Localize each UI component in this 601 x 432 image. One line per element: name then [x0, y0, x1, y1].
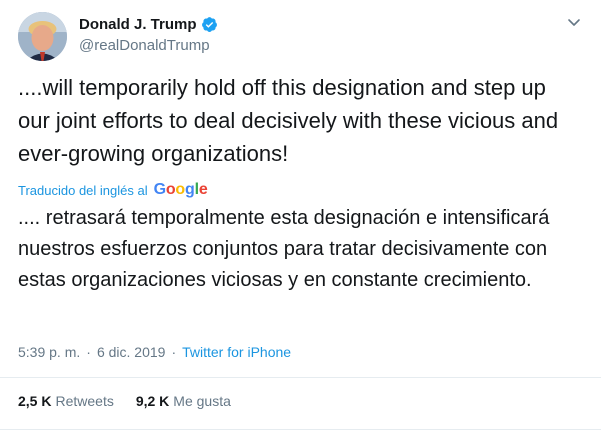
tweet-stats: 2,5 K Retweets 9,2 K Me gusta [18, 393, 231, 409]
chevron-down-icon[interactable] [566, 14, 582, 30]
tweet-time[interactable]: 5:39 p. m. [18, 344, 80, 360]
author-name[interactable]: Donald J. Trump [79, 16, 197, 33]
profile-photo-icon [18, 12, 67, 61]
translation-attribution[interactable]: Traducido del inglés al Google [18, 181, 208, 199]
tweet-date[interactable]: 6 dic. 2019 [97, 344, 166, 360]
tweet-meta: 5:39 p. m. · 6 dic. 2019 · Twitter for i… [18, 344, 291, 360]
divider [0, 377, 601, 378]
likes-label: Me gusta [173, 393, 231, 409]
translated-label: Traducido del inglés al [18, 182, 148, 198]
tweet-translation: .... retrasará temporalmente esta design… [18, 207, 550, 291]
retweets-stat[interactable]: 2,5 K Retweets [18, 393, 114, 409]
google-logo: Google [153, 181, 208, 198]
tweet-card: Donald J. Trump @realDonaldTrump ....wil… [0, 0, 601, 432]
meta-separator: · [171, 344, 177, 360]
divider [0, 429, 601, 430]
retweets-label: Retweets [55, 393, 114, 409]
retweets-count: 2,5 K [18, 393, 52, 409]
verified-badge-icon [201, 17, 217, 32]
meta-separator: · [86, 344, 91, 360]
author-name-row[interactable]: Donald J. Trump [79, 16, 218, 33]
tweet-source-link[interactable]: Twitter for iPhone [182, 344, 291, 360]
likes-count: 9,2 K [135, 393, 170, 409]
author-handle[interactable]: @realDonaldTrump [79, 37, 210, 54]
tweet-text: ....will temporarily hold off this desig… [18, 75, 559, 166]
likes-stat[interactable]: 9,2 K Me gusta [136, 393, 231, 409]
avatar[interactable] [18, 12, 67, 61]
